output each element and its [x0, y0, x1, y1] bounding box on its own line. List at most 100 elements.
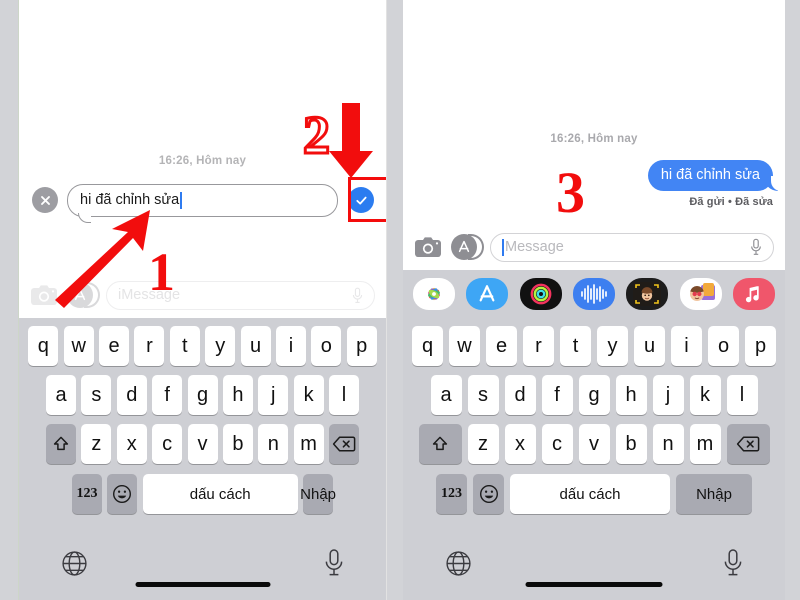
key-l[interactable]: l [329, 375, 359, 415]
key-t[interactable]: t [169, 326, 200, 366]
key-r[interactable]: r [134, 326, 165, 366]
key-t[interactable]: t [560, 326, 591, 366]
key-g[interactable]: g [578, 375, 610, 415]
space-key[interactable]: dấu cách [510, 474, 670, 514]
key-p[interactable]: p [346, 326, 377, 366]
close-icon [40, 195, 50, 205]
key-i[interactable]: i [275, 326, 306, 366]
key-f[interactable]: f [541, 375, 573, 415]
key-m[interactable]: m [689, 424, 721, 464]
photos-app-icon[interactable] [413, 278, 455, 310]
key-d[interactable]: d [116, 375, 147, 415]
home-indicator-left [135, 582, 270, 587]
memoji-app-icon[interactable] [626, 278, 669, 310]
key-j[interactable]: j [258, 375, 289, 415]
keyboard-letters-row-3: zxcvbnm [465, 424, 724, 464]
key-y[interactable]: y [205, 326, 236, 366]
key-h[interactable]: h [222, 375, 253, 415]
dictation-key[interactable] [322, 548, 346, 583]
key-z[interactable]: z [81, 424, 112, 464]
message-placeholder-right: Message [505, 239, 564, 255]
key-k[interactable]: k [689, 375, 721, 415]
shift-key[interactable] [46, 424, 76, 464]
key-o[interactable]: o [311, 326, 342, 366]
keyboard-row-4: 123 dấu cách Nhập [19, 464, 386, 514]
app-store-app-icon[interactable] [466, 278, 509, 310]
key-s[interactable]: s [81, 375, 112, 415]
key-u[interactable]: u [240, 326, 271, 366]
key-s[interactable]: s [467, 375, 499, 415]
key-u[interactable]: u [634, 326, 665, 366]
keyboard-row-1: qwertyuiop [19, 318, 386, 366]
microphone-icon [325, 549, 343, 576]
conversation-area-left: 16:26, Hôm nay [19, 0, 386, 318]
backspace-key[interactable] [329, 424, 359, 464]
key-x[interactable]: x [116, 424, 147, 464]
imessage-input-left[interactable]: iMessage [106, 280, 375, 310]
key-l[interactable]: l [726, 375, 758, 415]
key-g[interactable]: g [187, 375, 218, 415]
space-key[interactable]: dấu cách [142, 474, 298, 514]
key-j[interactable]: j [652, 375, 684, 415]
key-y[interactable]: y [597, 326, 628, 366]
key-z[interactable]: z [467, 424, 499, 464]
camera-icon [31, 285, 57, 305]
key-f[interactable]: f [152, 375, 183, 415]
memoji-stickers-app-icon[interactable] [679, 278, 722, 310]
keyboard-letters-row-3: zxcvbnm [79, 424, 327, 464]
app-store-button-left[interactable] [67, 280, 100, 310]
voice-memo-app-icon[interactable] [572, 278, 615, 310]
key-e[interactable]: e [486, 326, 517, 366]
key-c[interactable]: c [541, 424, 573, 464]
key-v[interactable]: v [187, 424, 218, 464]
key-n[interactable]: n [258, 424, 289, 464]
apple-music-app-icon[interactable] [732, 278, 775, 310]
key-w[interactable]: w [449, 326, 480, 366]
numbers-key[interactable]: 123 [436, 474, 467, 514]
microphone-icon[interactable] [352, 287, 363, 304]
key-h[interactable]: h [615, 375, 647, 415]
key-w[interactable]: w [63, 326, 94, 366]
enter-key[interactable]: Nhập [676, 474, 752, 514]
key-r[interactable]: r [523, 326, 554, 366]
cancel-edit-button[interactable] [32, 187, 58, 213]
fitness-activity-app-icon[interactable] [519, 278, 562, 310]
key-q[interactable]: q [412, 326, 443, 366]
globe-key[interactable] [445, 550, 472, 582]
key-m[interactable]: m [293, 424, 324, 464]
key-o[interactable]: o [708, 326, 739, 366]
backspace-key[interactable] [726, 424, 770, 464]
emoji-key[interactable] [107, 474, 138, 514]
key-c[interactable]: c [152, 424, 183, 464]
page-background-right [785, 0, 800, 600]
key-p[interactable]: p [745, 326, 776, 366]
edited-message-bubble[interactable]: hi đã chỉnh sửa Đã gửi • Đã sửa [647, 160, 782, 208]
key-k[interactable]: k [293, 375, 324, 415]
key-x[interactable]: x [504, 424, 536, 464]
edit-text-field[interactable]: hi đã chỉnh sửa [67, 183, 338, 223]
key-n[interactable]: n [652, 424, 684, 464]
message-input-right[interactable]: Message [490, 232, 774, 262]
key-e[interactable]: e [99, 326, 130, 366]
numbers-key[interactable]: 123 [71, 474, 102, 514]
key-i[interactable]: i [671, 326, 702, 366]
shift-key[interactable] [418, 424, 462, 464]
key-q[interactable]: q [28, 326, 59, 366]
microphone-icon[interactable] [750, 238, 762, 256]
key-d[interactable]: d [504, 375, 536, 415]
onscreen-keyboard-left: qwertyuiop asdfghjkl zxcvbnm 123 dấu các… [19, 318, 386, 600]
key-v[interactable]: v [578, 424, 610, 464]
enter-key[interactable]: Nhập [300, 474, 336, 514]
camera-button-left[interactable] [30, 284, 58, 306]
dictation-key[interactable] [721, 548, 745, 583]
key-a[interactable]: a [46, 375, 76, 415]
key-a[interactable]: a [430, 375, 462, 415]
text-caret [180, 191, 182, 209]
emoji-key[interactable] [473, 474, 504, 514]
key-b[interactable]: b [615, 424, 647, 464]
globe-key[interactable] [61, 550, 88, 582]
camera-button-right[interactable] [414, 236, 442, 258]
key-b[interactable]: b [222, 424, 253, 464]
backspace-icon [736, 436, 760, 452]
app-store-button-right[interactable] [451, 232, 484, 262]
